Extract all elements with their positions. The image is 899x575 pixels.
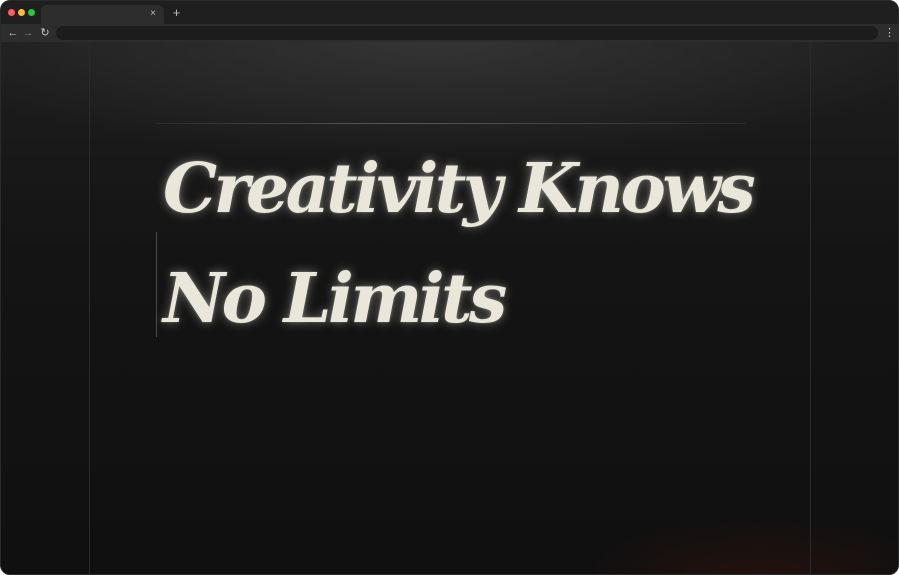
new-tab-button[interactable]: +	[169, 5, 184, 21]
tab-strip: × +	[1, 1, 898, 24]
headline-accent-bar	[156, 232, 157, 337]
close-window-button[interactable]	[8, 9, 15, 16]
frame-divider-left	[89, 42, 90, 574]
minimize-window-button[interactable]	[18, 9, 25, 16]
hero-headline: Creativity Knows No Limits	[163, 134, 803, 354]
reload-icon[interactable]: ↻	[38, 25, 52, 41]
page-viewport: Creativity Knows No Limits	[1, 42, 898, 574]
address-bar[interactable]	[56, 26, 878, 40]
browser-toolbar: ← → ↻ ⋮	[1, 24, 898, 42]
headline-line-2: No Limits	[163, 259, 507, 339]
headline-line-1: Creativity Knows	[163, 149, 756, 229]
forward-arrow-icon[interactable]: →	[21, 25, 35, 41]
headline-top-rule	[156, 123, 746, 124]
browser-window: × + ← → ↻ ⋮ Creativity Knows No Limits	[0, 0, 899, 575]
active-tab[interactable]: ×	[41, 5, 164, 24]
zoom-window-button[interactable]	[28, 9, 35, 16]
frame-divider-right	[810, 42, 811, 574]
back-arrow-icon[interactable]: ←	[6, 25, 20, 41]
kebab-menu-icon[interactable]: ⋮	[884, 25, 895, 41]
close-icon[interactable]: ×	[146, 7, 160, 21]
